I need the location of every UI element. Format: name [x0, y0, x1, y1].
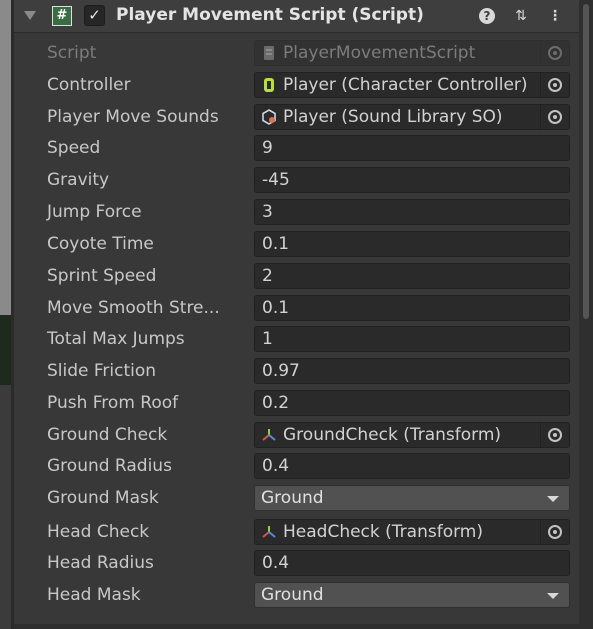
script-asset-icon [264, 46, 274, 60]
object-picker-button[interactable] [540, 105, 569, 129]
object-picker-button[interactable] [540, 520, 569, 544]
field-label[interactable]: Coyote Time [47, 234, 154, 254]
left-panel-edge-lower [0, 385, 11, 629]
slide-friction-input[interactable]: 0.97 [254, 358, 570, 384]
scriptable-object-icon [262, 109, 276, 125]
field-label[interactable]: Jump Force [47, 202, 142, 222]
field-value: HeadCheck (Transform) [283, 522, 483, 542]
gravity-input[interactable]: -45 [254, 167, 570, 193]
dropdown-caret-icon [547, 496, 559, 502]
field-label[interactable]: Head Radius [47, 553, 154, 573]
field-row-head-check: Head Check HeadCheck (Transform) [14, 516, 579, 548]
field-row-ground-radius: Ground Radius 0.4 [14, 450, 579, 482]
field-row-ground-check: Ground Check GroundCheck (Transform) [14, 419, 579, 451]
field-row-jump-force: Jump Force 3 [14, 196, 579, 228]
dropdown-value: Ground [261, 585, 324, 605]
field-label[interactable]: Slide Friction [47, 361, 156, 381]
field-label[interactable]: Gravity [47, 170, 109, 190]
object-picker-button[interactable] [540, 423, 569, 447]
field-label[interactable]: Total Max Jumps [47, 329, 185, 349]
field-label: Ground Check [47, 425, 168, 445]
ground-check-object-field[interactable]: GroundCheck (Transform) [254, 422, 570, 448]
field-row-gravity: Gravity -45 [14, 164, 579, 196]
field-value: GroundCheck (Transform) [283, 425, 502, 445]
field-row-speed: Speed 9 [14, 132, 579, 164]
object-picker-button[interactable] [540, 73, 569, 97]
left-panel-edge-middle [0, 315, 11, 385]
presets-icon[interactable]: ⇅ [512, 7, 530, 25]
head-check-object-field[interactable]: HeadCheck (Transform) [254, 519, 570, 545]
field-label[interactable]: Move Smooth Stre... [47, 298, 220, 318]
ground-radius-input[interactable]: 0.4 [254, 453, 570, 479]
field-label: Player Move Sounds [47, 107, 219, 127]
component-enabled-checkbox[interactable]: ✓ [84, 5, 105, 26]
panel-bottom-border [14, 624, 579, 629]
transform-icon [262, 429, 276, 441]
field-label: Script [47, 43, 97, 63]
field-row-head-radius: Head Radius 0.4 [14, 547, 579, 579]
field-row-slide-friction: Slide Friction 0.97 [14, 355, 579, 387]
field-row-total-max-jumps: Total Max Jumps 1 [14, 323, 579, 355]
field-row-push-from-roof: Push From Roof 0.2 [14, 387, 579, 419]
field-row-player-move-sounds: Player Move Sounds Player (Sound Library… [14, 101, 579, 133]
field-row-script: Script PlayerMovementScript [14, 37, 579, 69]
field-label: Head Check [47, 522, 150, 542]
field-row-head-mask: Head Mask Ground [14, 579, 579, 611]
field-value: PlayerMovementScript [283, 43, 476, 63]
dropdown-caret-icon [547, 593, 559, 599]
head-mask-dropdown[interactable]: Ground [254, 582, 570, 608]
field-label[interactable]: Push From Roof [47, 393, 178, 413]
player-move-sounds-object-field[interactable]: Player (Sound Library SO) [254, 104, 570, 130]
total-max-jumps-input[interactable]: 1 [254, 326, 570, 352]
foldout-arrow-icon[interactable] [24, 11, 36, 20]
component-title: Player Movement Script (Script) [116, 5, 424, 25]
field-label: Ground Mask [47, 488, 159, 508]
field-value: Player (Character Controller) [283, 75, 528, 95]
push-from-roof-input[interactable]: 0.2 [254, 390, 570, 416]
script-icon: # [52, 6, 72, 26]
object-picker-button [540, 41, 569, 65]
dropdown-value: Ground [261, 488, 324, 508]
vertical-scrollbar[interactable] [579, 0, 593, 629]
field-row-coyote-time: Coyote Time 0.1 [14, 228, 579, 260]
controller-object-field[interactable]: Player (Character Controller) [254, 72, 570, 98]
field-label: Controller [47, 75, 131, 95]
field-label[interactable]: Speed [47, 138, 100, 158]
character-controller-icon [264, 78, 274, 92]
field-row-move-smooth-strength: Move Smooth Stre... 0.1 [14, 292, 579, 324]
head-radius-input[interactable]: 0.4 [254, 550, 570, 576]
left-panel-edge-upper [0, 0, 11, 315]
ground-mask-dropdown[interactable]: Ground [254, 485, 570, 511]
jump-force-input[interactable]: 3 [254, 199, 570, 225]
scrollbar-thumb[interactable] [583, 4, 589, 319]
inspector-component-panel: # ✓ Player Movement Script (Script) ? ⇅ … [14, 0, 579, 629]
script-object-field: PlayerMovementScript [254, 40, 570, 66]
sprint-speed-input[interactable]: 2 [254, 263, 570, 289]
field-row-controller: Controller Player (Character Controller) [14, 69, 579, 101]
help-icon[interactable]: ? [479, 8, 495, 24]
field-label[interactable]: Sprint Speed [47, 266, 156, 286]
move-smooth-strength-input[interactable]: 0.1 [254, 295, 570, 321]
coyote-time-input[interactable]: 0.1 [254, 231, 570, 257]
transform-icon [262, 526, 276, 538]
field-row-sprint-speed: Sprint Speed 2 [14, 260, 579, 292]
field-row-ground-mask: Ground Mask Ground [14, 482, 579, 514]
field-value: Player (Sound Library SO) [283, 107, 503, 127]
left-panel-edge [0, 0, 14, 629]
component-header[interactable]: # ✓ Player Movement Script (Script) ? ⇅ … [14, 0, 579, 33]
kebab-menu-icon[interactable]: ⋮ [546, 7, 564, 25]
field-label[interactable]: Ground Radius [47, 456, 172, 476]
speed-input[interactable]: 9 [254, 135, 570, 161]
field-label: Head Mask [47, 585, 141, 605]
